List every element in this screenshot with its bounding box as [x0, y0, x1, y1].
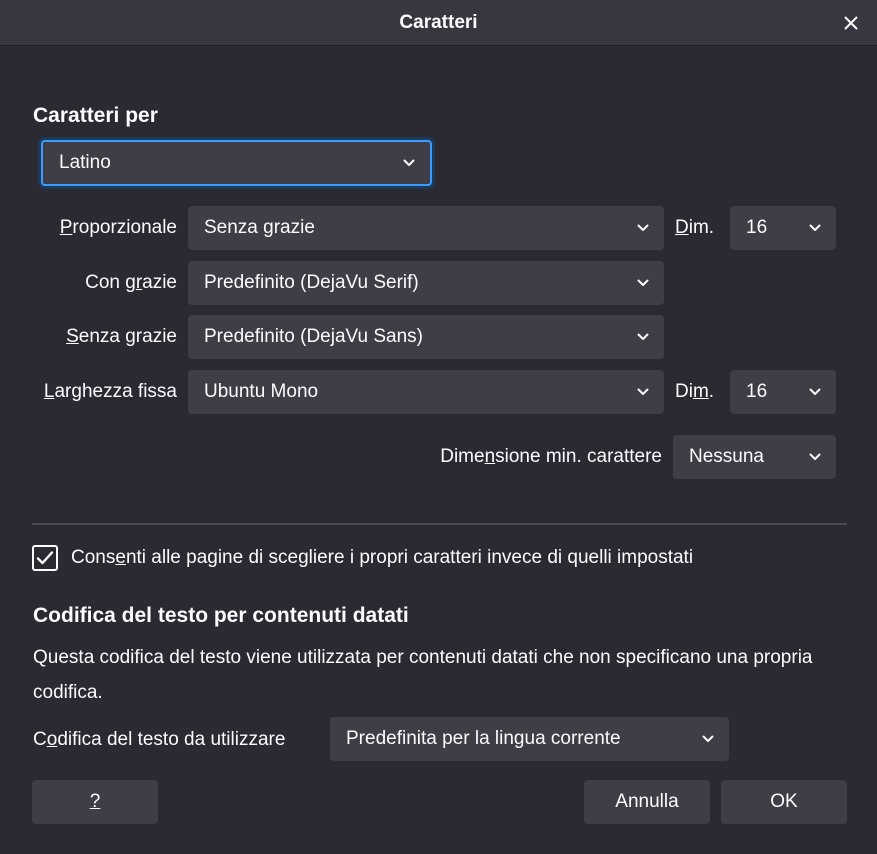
chevron-down-icon — [636, 385, 650, 399]
cancel-button[interactable]: Annulla — [584, 780, 710, 824]
chevron-down-icon — [636, 221, 650, 235]
sans-value: Predefinito (DejaVu Sans) — [204, 326, 423, 347]
serif-label: Con grazie — [85, 272, 177, 293]
title-bar: Caratteri — [0, 0, 877, 46]
allow-page-fonts-checkbox[interactable] — [32, 545, 58, 571]
ok-button[interactable]: OK — [721, 780, 847, 824]
divider — [32, 523, 847, 525]
help-button[interactable]: ? — [32, 780, 158, 824]
chevron-down-icon — [402, 156, 416, 170]
monospace-size-label: Dim. — [675, 381, 715, 402]
proportional-size-value: 16 — [746, 217, 768, 238]
serif-value: Predefinito (DejaVu Serif) — [204, 272, 419, 293]
close-icon — [844, 16, 858, 30]
script-select-value: Latino — [59, 152, 111, 173]
serif-select[interactable]: Predefinito (DejaVu Serif) — [188, 261, 664, 305]
monospace-size-value: 16 — [746, 381, 768, 402]
min-size-select[interactable]: Nessuna — [673, 435, 836, 479]
chevron-down-icon — [808, 450, 822, 464]
checkmark-icon — [36, 551, 54, 565]
allow-page-fonts-label[interactable]: Consenti alle pagine di scegliere i prop… — [71, 546, 693, 570]
monospace-value: Ubuntu Mono — [204, 381, 319, 402]
chevron-down-icon — [808, 385, 822, 399]
proportional-value: Senza grazie — [204, 217, 315, 238]
chevron-down-icon — [636, 276, 650, 290]
encoding-label: Codifica del testo da utilizzare — [33, 729, 286, 750]
script-select[interactable]: Latino — [41, 140, 432, 186]
monospace-size-select[interactable]: 16 — [730, 370, 836, 414]
encoding-value: Predefinita per la lingua corrente — [346, 728, 621, 749]
min-size-label: Dimensione min. carattere — [440, 446, 662, 467]
chevron-down-icon — [808, 221, 822, 235]
encoding-select[interactable]: Predefinita per la lingua corrente — [330, 717, 729, 761]
sans-select[interactable]: Predefinito (DejaVu Sans) — [188, 315, 664, 359]
monospace-select[interactable]: Ubuntu Mono — [188, 370, 664, 414]
monospace-label: Larghezza fissa — [43, 381, 177, 402]
min-size-value: Nessuna — [689, 446, 764, 467]
proportional-select[interactable]: Senza grazie — [188, 206, 664, 250]
encoding-heading: Codifica del testo per contenuti datati — [33, 604, 409, 627]
chevron-down-icon — [636, 330, 650, 344]
close-button[interactable] — [839, 11, 863, 35]
dialog-title: Caratteri — [399, 12, 478, 33]
sans-label: Senza grazie — [66, 326, 177, 347]
proportional-label: Proporzionale — [59, 217, 177, 238]
proportional-size-select[interactable]: 16 — [730, 206, 836, 250]
proportional-size-label: Dim. — [675, 217, 715, 238]
encoding-description: Questa codifica del testo viene utilizza… — [33, 647, 813, 703]
fonts-for-heading: Caratteri per — [33, 104, 158, 127]
chevron-down-icon — [701, 732, 715, 746]
